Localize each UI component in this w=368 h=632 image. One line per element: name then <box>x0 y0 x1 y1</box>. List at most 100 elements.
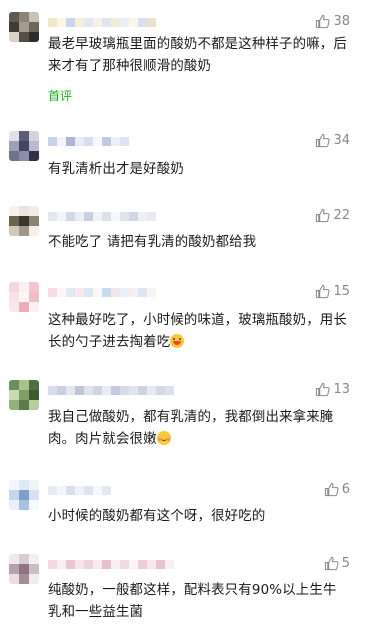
avatar-pixel <box>9 554 19 564</box>
name-pixel <box>138 386 147 395</box>
name-pixel <box>66 386 75 395</box>
name-pixel <box>147 386 156 395</box>
avatar-pixel <box>19 226 29 236</box>
avatar-pixel <box>29 480 39 490</box>
username-blurred[interactable] <box>48 386 174 395</box>
name-pixel <box>120 212 129 221</box>
avatar-pixel <box>19 151 29 161</box>
avatar[interactable] <box>9 131 39 161</box>
avatar[interactable] <box>9 554 39 584</box>
avatar-pixel <box>29 554 39 564</box>
name-pixel <box>129 386 138 395</box>
avatar-pixel <box>9 206 19 216</box>
name-pixel <box>129 18 138 27</box>
like-button[interactable]: 22 <box>315 208 350 223</box>
name-pixel <box>48 560 57 569</box>
name-pixel <box>93 288 102 297</box>
avatar-pixel <box>19 302 29 312</box>
name-pixel <box>93 18 102 27</box>
avatar-pixel <box>29 22 39 32</box>
username-blurred[interactable] <box>48 560 174 569</box>
comment-text: 我自己做酸奶，都有乳清的，我都倒出来拿来腌肉。肉片就会很嫩 <box>48 407 348 451</box>
name-pixel <box>93 486 102 495</box>
name-pixel <box>102 288 111 297</box>
name-pixel <box>129 288 138 297</box>
avatar-pixel <box>9 226 19 236</box>
username-blurred[interactable] <box>48 486 111 495</box>
like-button[interactable]: 13 <box>315 382 350 397</box>
like-button[interactable]: 15 <box>315 284 350 299</box>
avatar-pixel <box>29 302 39 312</box>
avatar[interactable] <box>9 480 39 510</box>
avatar-pixel <box>19 564 29 574</box>
avatar-pixel <box>19 480 29 490</box>
avatar-pixel <box>9 302 19 312</box>
name-pixel <box>156 560 165 569</box>
name-pixel <box>120 288 129 297</box>
comment-item: 15 这种最好吃了，小时候的味道，玻璃瓶酸奶，用长长的勺子进去掏着吃 <box>0 282 368 360</box>
comment-item: 38 最老早玻璃瓶里面的酸奶不都是这种样子的嘛，后来才有了那种很顺滑的酸奶 首评 <box>0 12 368 108</box>
name-pixel <box>129 212 138 221</box>
name-pixel <box>57 212 66 221</box>
thumbs-up-icon <box>315 14 330 29</box>
first-comment-badge: 首评 <box>48 89 73 103</box>
avatar-pixel <box>29 282 39 292</box>
name-pixel <box>66 212 75 221</box>
name-pixel <box>120 386 129 395</box>
avatar[interactable] <box>9 12 39 42</box>
name-pixel <box>57 18 66 27</box>
name-pixel <box>57 560 66 569</box>
thumbs-up-icon <box>324 482 339 497</box>
name-pixel <box>111 212 120 221</box>
avatar-pixel <box>29 574 39 584</box>
name-pixel <box>84 560 93 569</box>
avatar-pixel <box>9 480 19 490</box>
thumbs-up-icon <box>315 133 330 148</box>
name-pixel <box>93 137 102 146</box>
username-blurred[interactable] <box>48 288 156 297</box>
name-pixel <box>147 560 156 569</box>
name-pixel <box>138 560 147 569</box>
avatar-pixel <box>19 141 29 151</box>
name-pixel <box>57 486 66 495</box>
name-pixel <box>75 560 84 569</box>
thumbs-up-icon <box>315 284 330 299</box>
name-pixel <box>120 18 129 27</box>
like-button[interactable]: 34 <box>315 133 350 148</box>
like-button[interactable]: 38 <box>315 14 350 29</box>
name-pixel <box>75 386 84 395</box>
avatar-pixel <box>29 400 39 410</box>
avatar-pixel <box>19 554 29 564</box>
name-pixel <box>66 18 75 27</box>
name-pixel <box>75 18 84 27</box>
name-pixel <box>48 288 57 297</box>
avatar-pixel <box>9 574 19 584</box>
avatar[interactable] <box>9 206 39 236</box>
avatar-pixel <box>29 490 39 500</box>
name-pixel <box>138 212 147 221</box>
avatar-pixel <box>9 32 19 42</box>
avatar-pixel <box>29 12 39 22</box>
name-pixel <box>57 137 66 146</box>
name-pixel <box>66 137 75 146</box>
thumbs-up-icon <box>315 382 330 397</box>
avatar[interactable] <box>9 282 39 312</box>
avatar-pixel <box>19 32 29 42</box>
avatar-pixel <box>29 216 39 226</box>
username-blurred[interactable] <box>48 18 156 27</box>
comment-text: 最老早玻璃瓶里面的酸奶不都是这种样子的嘛，后来才有了那种很顺滑的酸奶 <box>48 37 347 74</box>
name-pixel <box>138 18 147 27</box>
like-button[interactable]: 5 <box>324 556 350 571</box>
name-pixel <box>138 288 147 297</box>
name-pixel <box>102 486 111 495</box>
username-blurred[interactable] <box>48 212 156 221</box>
avatar-pixel <box>19 292 29 302</box>
avatar-pixel <box>9 400 19 410</box>
name-pixel <box>111 560 120 569</box>
avatar-pixel <box>9 292 19 302</box>
comment-text-content: 这种最好吃了，小时候的味道，玻璃瓶酸奶，用长长的勺子进去掏着吃 <box>48 313 347 350</box>
username-blurred[interactable] <box>48 137 129 146</box>
like-button[interactable]: 6 <box>324 482 350 497</box>
avatar[interactable] <box>9 380 39 410</box>
avatar-pixel <box>29 206 39 216</box>
